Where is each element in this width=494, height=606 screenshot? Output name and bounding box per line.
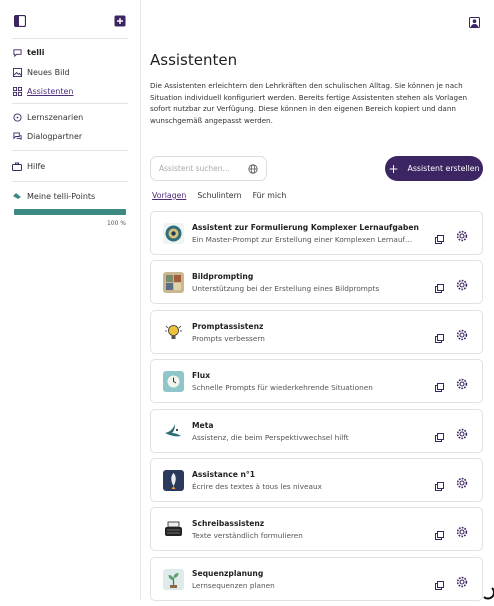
typewriter-icon — [163, 519, 184, 541]
chat-icon — [12, 47, 22, 57]
rocket-icon — [163, 469, 184, 491]
copy-icon[interactable] — [435, 377, 444, 393]
loading-spinner-icon — [482, 584, 494, 600]
assistant-subtitle: Schnelle Prompts für wiederkehrende Situ… — [192, 383, 373, 393]
copy-icon[interactable] — [435, 229, 444, 244]
grid-icon — [12, 86, 22, 96]
sidebar: telli Neues Bild Assistenten Lernszenari… — [0, 0, 141, 600]
copy-icon[interactable] — [435, 525, 444, 541]
divider — [12, 181, 128, 182]
progress-fill — [14, 209, 126, 215]
tab-vorlagen[interactable]: Vorlagen — [152, 191, 186, 200]
assistant-title: Bildprompting — [192, 272, 254, 282]
search-input[interactable]: Assistent suchen... — [150, 156, 267, 181]
assistant-card[interactable]: Schreibassistenz Texte verständlich formu… — [150, 507, 483, 552]
sidebar-item-hilfe[interactable]: Hilfe — [12, 159, 45, 173]
sidebar-item-label: Meine telli-Points — [27, 191, 96, 201]
plus-icon: + — [388, 161, 399, 176]
divider — [12, 38, 128, 39]
assistant-title: Meta — [192, 420, 214, 430]
new-chat-icon[interactable] — [114, 12, 126, 27]
dialog-icon — [12, 131, 22, 141]
sidebar-item-label: Dialogpartner — [27, 131, 83, 141]
gear-icon[interactable] — [456, 227, 468, 242]
mandala-icon — [163, 223, 184, 244]
tab-schulintern[interactable]: Schulintern — [197, 191, 241, 200]
points-icon — [12, 191, 22, 201]
divider — [12, 103, 128, 104]
assistant-list: Assistent zur Formulierung Komplexer Ler… — [150, 211, 483, 606]
sidebar-item-label: Assistenten — [27, 86, 74, 96]
sidebar-item-label: telli — [27, 47, 45, 57]
chat-bubble-icon — [12, 112, 22, 122]
gear-icon[interactable] — [456, 326, 468, 340]
copy-icon[interactable] — [435, 476, 444, 491]
assistant-card[interactable]: Sequenzplanung Lernsequenzen planen — [150, 556, 483, 601]
plant-icon — [163, 568, 184, 590]
sidebar-item-telli[interactable]: telli — [12, 45, 44, 59]
gear-icon[interactable] — [456, 375, 468, 390]
bird-icon — [163, 420, 184, 442]
sidebar-item-lernszenarien[interactable]: Lernszenarien — [12, 110, 83, 124]
sidebar-item-dialogpartner[interactable]: Dialogpartner — [12, 129, 82, 143]
gear-icon[interactable] — [456, 425, 468, 439]
create-assistant-button[interactable]: + Assistent erstellen — [385, 156, 483, 181]
sidebar-toggle-icon[interactable] — [13, 12, 27, 28]
sidebar-item-neues-bild[interactable]: Neues Bild — [12, 65, 70, 79]
assistant-title: Sequenzplanung — [192, 568, 264, 578]
gear-icon[interactable] — [456, 276, 468, 291]
page-title: Assistenten — [150, 51, 238, 69]
assistant-subtitle: Assistenz, die beim Perspektivwechsel hi… — [192, 432, 349, 442]
globe-icon[interactable] — [248, 163, 258, 174]
assistant-subtitle: Texte verständlich formulieren — [192, 531, 303, 541]
search-placeholder: Assistent suchen... — [159, 164, 230, 173]
tabs: Vorlagen Schulintern Für mich — [152, 191, 297, 200]
help-icon — [12, 161, 22, 171]
assistant-card[interactable]: Assistent zur Formulierung Komplexer Ler… — [150, 211, 483, 255]
points-percent: 100 % — [106, 220, 126, 227]
copy-icon[interactable] — [435, 278, 444, 294]
copy-icon[interactable] — [435, 575, 444, 590]
assistant-title: Assistent zur Formulierung Komplexer Ler… — [192, 223, 419, 232]
divider — [12, 150, 128, 151]
assistant-title: Schreibassistenz — [192, 519, 265, 529]
tab-fuer-mich[interactable]: Für mich — [253, 191, 287, 200]
gear-icon[interactable] — [456, 573, 468, 587]
gear-icon[interactable] — [456, 474, 468, 489]
assistant-title: Flux — [192, 371, 211, 381]
assistant-card[interactable]: Bildprompting Unterstützung bei der Erste… — [150, 260, 483, 305]
assistant-card[interactable]: Promptassistenz Prompts verbessern — [150, 309, 483, 354]
clock-icon — [163, 371, 184, 393]
assistant-subtitle: Unterstützung bei der Erstellung eines B… — [192, 284, 380, 294]
assistant-title: Promptassistenz — [192, 321, 264, 331]
points-progress-bar — [14, 209, 126, 215]
copy-icon[interactable] — [435, 427, 444, 442]
sidebar-top — [12, 12, 128, 28]
assistant-card[interactable]: Meta Assistenz, die beim Perspektivwechse… — [150, 408, 483, 453]
assistant-title: Assistance n°1 — [192, 469, 255, 479]
user-icon[interactable] — [469, 13, 480, 28]
assistant-card[interactable]: Flux Schnelle Prompts für wiederkehrende … — [150, 359, 483, 404]
assistant-card[interactable]: Assistance n°1 Écrire des textes à tous l… — [150, 457, 483, 502]
image-icon — [12, 67, 22, 77]
copy-icon[interactable] — [435, 328, 444, 343]
page-description: Die Assistenten erleichtern den Lehrkräf… — [150, 81, 468, 125]
assistant-subtitle: Ein Master-Prompt zur Erstellung einer K… — [192, 235, 416, 244]
sidebar-item-telli-points[interactable]: Meine telli-Points — [12, 189, 95, 203]
sidebar-item-label: Hilfe — [27, 161, 46, 171]
image-grid-icon — [163, 272, 184, 294]
sidebar-item-label: Neues Bild — [27, 67, 70, 77]
sidebar-item-label: Lernszenarien — [27, 112, 84, 122]
create-assistant-label: Assistent erstellen — [407, 164, 480, 173]
assistant-subtitle: Écrire des textes à tous les niveaux — [192, 481, 322, 491]
gear-icon[interactable] — [456, 523, 468, 538]
assistant-subtitle: Prompts verbessern — [192, 333, 265, 343]
sidebar-item-assistenten[interactable]: Assistenten — [12, 84, 73, 98]
main-content: Assistenten Die Assistenten erleichtern … — [141, 0, 494, 601]
assistant-subtitle: Lernsequenzen planen — [192, 580, 275, 590]
lightbulb-icon — [163, 321, 184, 343]
